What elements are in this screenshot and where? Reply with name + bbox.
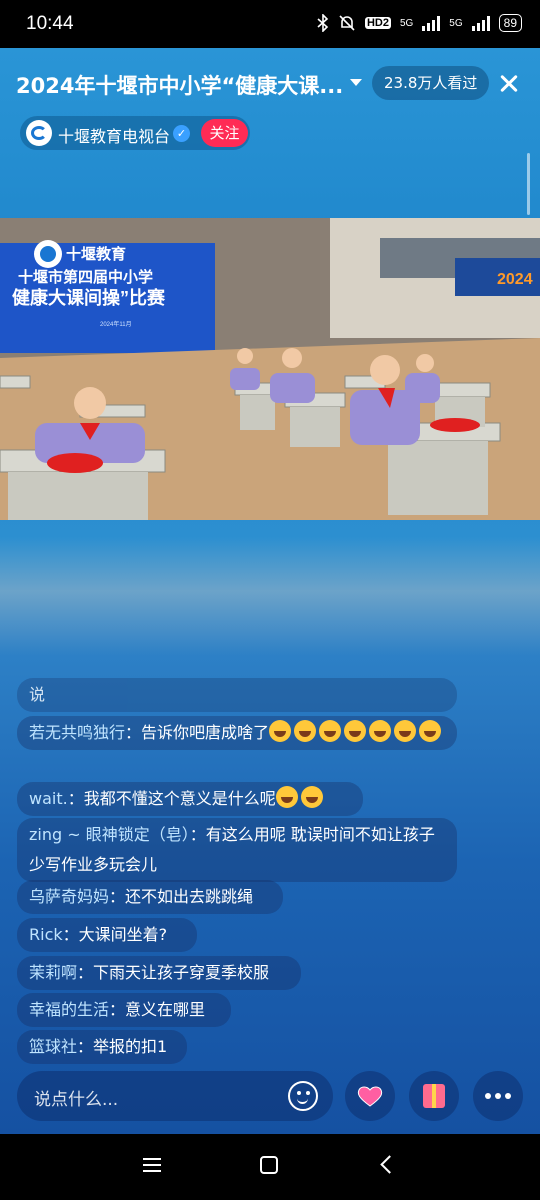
laugh-emoji-icon bbox=[275, 786, 298, 808]
comment-input[interactable]: 说点什么... bbox=[17, 1071, 333, 1121]
signal-icon-2 bbox=[471, 15, 490, 31]
system-nav-bar bbox=[0, 1134, 540, 1200]
network-label-2: 5G bbox=[449, 17, 463, 29]
chat-item-partial: 说 bbox=[17, 678, 457, 712]
chat-item[interactable]: 茉莉啊：下雨天让孩子穿夏季校服 bbox=[17, 956, 301, 990]
close-button[interactable] bbox=[494, 68, 526, 100]
verified-icon: ✓ bbox=[173, 125, 190, 142]
status-icons: HD2 5G 5G 89 bbox=[317, 14, 522, 32]
chat-item[interactable]: zing ~ 眼神锁定（皂）：有这么用呢 耽误时间不如让孩子少写作业多玩会儿 bbox=[17, 818, 457, 882]
chat-username[interactable]: wait. bbox=[29, 789, 68, 808]
chat-item[interactable]: 篮球社：举报的扣1 bbox=[17, 1030, 187, 1064]
chat-item[interactable]: Rick：大课间坐着? bbox=[17, 918, 197, 952]
network-label-1: 5G bbox=[399, 17, 414, 29]
chat-text: 大课间坐着? bbox=[78, 925, 168, 944]
emoji-icon[interactable] bbox=[288, 1081, 318, 1111]
channel-chip[interactable]: 十堰教育电视台 ✓ 关注 bbox=[20, 116, 250, 150]
chat-item[interactable]: 若无共鸣独行：告诉你吧唐成啥了 bbox=[17, 716, 457, 750]
video-player[interactable]: 2024 十堰教育 十堰市第四届中小学 健康大课间操”比赛 2024年11月 bbox=[0, 218, 540, 520]
laugh-emoji-icon bbox=[344, 720, 367, 742]
stream-title[interactable]: 2024年十堰市中小学“健康大课... bbox=[16, 70, 346, 100]
signal-icon bbox=[422, 15, 441, 31]
laugh-emoji-icon bbox=[269, 720, 292, 742]
channel-logo-icon bbox=[26, 120, 52, 146]
chat-username[interactable]: 若无共鸣独行 bbox=[29, 723, 125, 742]
chat-username[interactable]: 茉莉啊 bbox=[29, 963, 77, 982]
scroll-indicator bbox=[527, 153, 530, 215]
chat-text: 举报的扣1 bbox=[93, 1037, 168, 1056]
home-icon[interactable] bbox=[260, 1156, 278, 1174]
follow-button[interactable]: 关注 bbox=[201, 119, 248, 147]
brand-text: 十堰教育 bbox=[66, 245, 126, 263]
viewer-count[interactable]: 23.8万人看过 bbox=[372, 66, 490, 100]
heart-icon bbox=[357, 1086, 383, 1107]
chat-text: 告诉你吧唐成啥了 bbox=[141, 723, 270, 742]
laugh-emoji-icon bbox=[419, 720, 442, 742]
laugh-emoji-icon bbox=[300, 786, 323, 808]
chat-username[interactable]: 幸福的生活 bbox=[29, 1000, 109, 1019]
comment-placeholder: 说点什么... bbox=[34, 1090, 119, 1110]
chat-username[interactable]: zing ~ 眼神锁定（皂） bbox=[29, 825, 190, 844]
chat-item[interactable]: wait.：我都不懂这个意义是什么呢 bbox=[17, 782, 363, 816]
gift-icon bbox=[423, 1084, 445, 1108]
chat-username[interactable]: Rick bbox=[29, 925, 63, 944]
banner-line-1: 十堰市第四届中小学 bbox=[18, 268, 153, 286]
gift-button[interactable] bbox=[409, 1071, 459, 1121]
side-banner-text: 2024 bbox=[497, 271, 533, 288]
like-button[interactable] bbox=[345, 1071, 395, 1121]
laugh-emoji-icon bbox=[319, 720, 342, 742]
video-frame: 2024 十堰教育 十堰市第四届中小学 健康大课间操”比赛 2024年11月 bbox=[0, 218, 540, 520]
recent-apps-icon[interactable] bbox=[143, 1158, 161, 1172]
battery-icon: 89 bbox=[498, 14, 522, 32]
chat-text: 意义在哪里 bbox=[125, 1000, 206, 1019]
back-icon[interactable] bbox=[380, 1155, 399, 1174]
laugh-emoji-icon bbox=[369, 720, 392, 742]
clock: 10:44 bbox=[26, 13, 74, 34]
channel-name: 十堰教育电视台 bbox=[58, 127, 171, 146]
live-room: 2024年十堰市中小学“健康大课... 23.8万人看过 十堰教育电视台 ✓ 关… bbox=[0, 48, 540, 1134]
hd-badge: HD2 bbox=[364, 17, 391, 29]
chevron-down-icon[interactable] bbox=[350, 79, 362, 86]
chat-text: 我都不懂这个意义是什么呢 bbox=[83, 789, 276, 808]
chat-text: 下雨天让孩子穿夏季校服 bbox=[93, 963, 270, 982]
mute-bell-icon bbox=[339, 15, 355, 31]
more-button[interactable] bbox=[473, 1071, 523, 1121]
chat-item[interactable]: 乌萨奇妈妈：还不如出去跳跳绳 bbox=[17, 880, 283, 914]
chat-item[interactable]: 幸福的生活：意义在哪里 bbox=[17, 993, 231, 1027]
laugh-emoji-icon bbox=[394, 720, 417, 742]
chat-username[interactable]: 乌萨奇妈妈 bbox=[29, 887, 109, 906]
banner-date: 2024年11月 bbox=[100, 320, 132, 328]
banner-line-2: 健康大课间操”比赛 bbox=[12, 287, 166, 308]
chat-text: 还不如出去跳跳绳 bbox=[125, 887, 254, 906]
status-bar: 10:44 HD2 5G 5G 89 bbox=[0, 0, 540, 48]
bluetooth-icon bbox=[317, 14, 329, 32]
chat-username[interactable]: 篮球社 bbox=[29, 1037, 77, 1056]
more-dots-icon bbox=[485, 1093, 491, 1099]
laugh-emoji-icon bbox=[294, 720, 317, 742]
